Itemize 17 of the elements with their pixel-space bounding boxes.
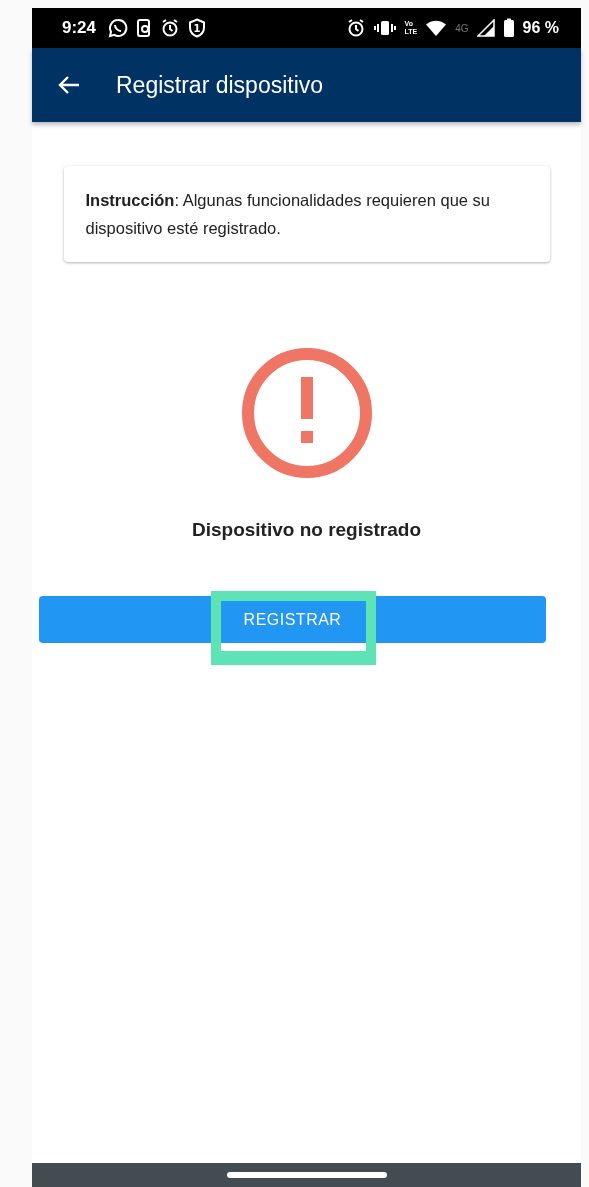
clock-time: 9:24	[62, 18, 97, 38]
wifi-icon	[425, 19, 448, 37]
battery-percent: 96 %	[522, 19, 559, 37]
shield-icon: 1	[188, 18, 207, 38]
status-message: Dispositivo no registrado	[191, 519, 422, 541]
phone-icon	[136, 18, 153, 38]
vibrate-icon	[374, 18, 397, 38]
screen-title: Registrar dispositivo	[116, 71, 324, 99]
battery-icon	[502, 18, 515, 38]
home-handle[interactable]	[226, 1172, 387, 1178]
signal-icon	[476, 19, 495, 37]
warning-icon	[240, 347, 373, 479]
register-button[interactable]: REGISTRAR	[39, 596, 546, 643]
chat-bubble-icon	[108, 18, 129, 38]
back-arrow-icon	[58, 75, 80, 95]
instruction-text: Instrucción: Algunas funcionalidades requieren que su dispositivo esté registrado.	[85, 190, 491, 239]
network-label: 4G	[455, 22, 469, 34]
